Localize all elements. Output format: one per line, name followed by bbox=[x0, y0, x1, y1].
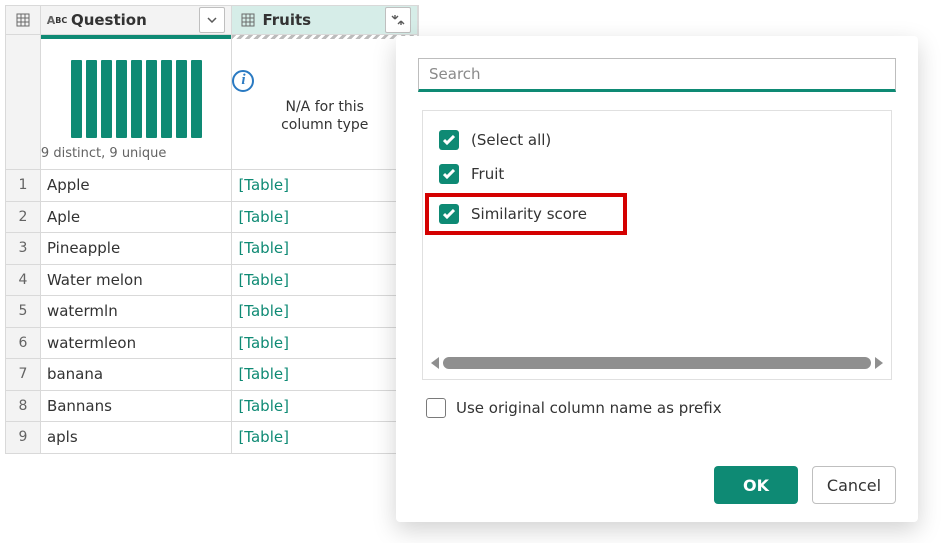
option-similarity-score[interactable]: Similarity score bbox=[439, 199, 613, 229]
row-number[interactable]: 8 bbox=[5, 391, 41, 423]
column-profile-question: 9 distinct, 9 unique bbox=[41, 35, 233, 170]
distribution-bars bbox=[41, 39, 232, 142]
highlight-box: Similarity score bbox=[425, 193, 627, 235]
table-icon bbox=[16, 13, 30, 27]
expand-panel: (Select all) Fruit Similarity score Use … bbox=[396, 36, 918, 522]
cell-fruits[interactable]: [Table] bbox=[232, 296, 418, 328]
cell-fruits[interactable]: [Table] bbox=[232, 359, 418, 391]
cell-fruits[interactable]: [Table] bbox=[232, 422, 418, 454]
ok-button[interactable]: OK bbox=[714, 466, 798, 504]
cell-question[interactable]: Water melon bbox=[41, 265, 233, 297]
column-label: Fruits bbox=[262, 11, 311, 29]
distinct-stat: 9 distinct, 9 unique bbox=[41, 142, 232, 169]
column-header-question[interactable]: ABC Question bbox=[41, 5, 233, 35]
cancel-button[interactable]: Cancel bbox=[812, 466, 896, 504]
text-type-icon: ABC bbox=[47, 10, 67, 30]
cell-fruits[interactable]: [Table] bbox=[232, 328, 418, 360]
column-header-fruits[interactable]: Fruits bbox=[232, 5, 418, 35]
cell-fruits[interactable]: [Table] bbox=[232, 265, 418, 297]
checkbox-unchecked-icon bbox=[426, 398, 446, 418]
option-label: Fruit bbox=[471, 165, 504, 183]
info-icon: i bbox=[232, 70, 254, 92]
search-input[interactable] bbox=[418, 58, 896, 92]
use-prefix-checkbox[interactable]: Use original column name as prefix bbox=[426, 398, 888, 418]
cell-question[interactable]: watermleon bbox=[41, 328, 233, 360]
cell-question[interactable]: banana bbox=[41, 359, 233, 391]
cell-fruits[interactable]: [Table] bbox=[232, 170, 418, 202]
option-select-all[interactable]: (Select all) bbox=[439, 123, 875, 157]
row-number[interactable]: 4 bbox=[5, 265, 41, 297]
scroll-track bbox=[443, 357, 871, 369]
profile-gutter bbox=[5, 35, 41, 170]
filter-button-question[interactable] bbox=[199, 7, 225, 33]
cell-question[interactable]: Aple bbox=[41, 202, 233, 234]
row-number[interactable]: 6 bbox=[5, 328, 41, 360]
option-fruit[interactable]: Fruit bbox=[439, 157, 875, 191]
row-number[interactable]: 9 bbox=[5, 422, 41, 454]
row-number[interactable]: 7 bbox=[5, 359, 41, 391]
row-number[interactable]: 3 bbox=[5, 233, 41, 265]
scroll-left-icon bbox=[431, 357, 439, 369]
cell-question[interactable]: apls bbox=[41, 422, 233, 454]
cell-fruits[interactable]: [Table] bbox=[232, 233, 418, 265]
select-all-rows[interactable] bbox=[5, 5, 41, 35]
expand-button-fruits[interactable] bbox=[385, 7, 411, 33]
row-number[interactable]: 1 bbox=[5, 170, 41, 202]
cell-question[interactable]: Apple bbox=[41, 170, 233, 202]
cell-question[interactable]: Bannans bbox=[41, 391, 233, 423]
column-profile-fruits: i N/A for this column type bbox=[232, 35, 418, 170]
cell-fruits[interactable]: [Table] bbox=[232, 391, 418, 423]
cell-question[interactable]: watermln bbox=[41, 296, 233, 328]
cell-question[interactable]: Pineapple bbox=[41, 233, 233, 265]
horizontal-scrollbar[interactable] bbox=[431, 355, 883, 371]
use-prefix-label: Use original column name as prefix bbox=[456, 399, 722, 417]
data-grid: ABC Question Fruits bbox=[5, 5, 419, 454]
checkbox-checked-icon bbox=[439, 164, 459, 184]
option-label: (Select all) bbox=[471, 131, 551, 149]
checkbox-checked-icon bbox=[439, 130, 459, 150]
row-number[interactable]: 5 bbox=[5, 296, 41, 328]
cell-fruits[interactable]: [Table] bbox=[232, 202, 418, 234]
na-text: N/A for this column type bbox=[232, 98, 417, 134]
row-number[interactable]: 2 bbox=[5, 202, 41, 234]
expand-icon bbox=[391, 14, 405, 26]
chevron-down-icon bbox=[207, 17, 217, 23]
column-options-list: (Select all) Fruit Similarity score bbox=[422, 110, 892, 380]
scroll-right-icon bbox=[875, 357, 883, 369]
column-label: Question bbox=[71, 11, 147, 29]
quality-bar-na bbox=[232, 35, 417, 39]
checkbox-checked-icon bbox=[439, 204, 459, 224]
option-label: Similarity score bbox=[471, 205, 587, 223]
table-type-icon bbox=[238, 10, 258, 30]
